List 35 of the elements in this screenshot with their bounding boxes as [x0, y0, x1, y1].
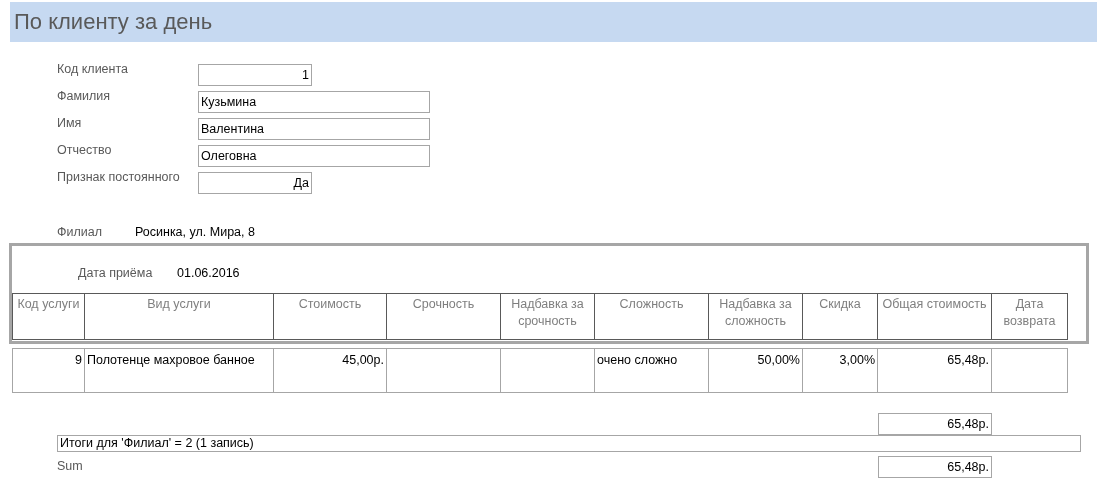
value-field: 1 — [198, 64, 312, 86]
field-label: Отчество — [57, 143, 113, 157]
column-header: Сложность — [594, 293, 709, 340]
column-header: Вид услуги — [84, 293, 274, 340]
value-field: Кузьмина — [198, 91, 430, 113]
table-cell: очено сложно — [594, 348, 709, 393]
branch-value: Росинка, ул. Мира, 8 — [135, 225, 255, 239]
column-header: Дата возврата — [991, 293, 1068, 340]
value-field: Да — [198, 172, 312, 194]
table-cell: 65,48р. — [877, 348, 992, 393]
value-field: Валентина — [198, 118, 430, 140]
table-cell: Полотенце махровое банное — [84, 348, 274, 393]
group-total: 65,48р. — [878, 413, 992, 435]
column-header: Надбавка за сложность — [708, 293, 803, 340]
column-header: Код услуги — [12, 293, 85, 340]
field-label: Код клиента — [57, 62, 129, 76]
column-header: Стоимость — [273, 293, 387, 340]
date-value: 01.06.2016 — [177, 266, 240, 282]
column-header: Надбавка за срочность — [500, 293, 595, 340]
sum-label: Sum — [57, 458, 84, 475]
value-field: Олеговна — [198, 145, 430, 167]
table-cell: 50,00% — [708, 348, 803, 393]
column-header: Скидка — [802, 293, 878, 340]
field-label: Фамилия — [57, 89, 112, 103]
table-cell: 45,00р. — [273, 348, 387, 393]
branch-label: Филиал — [57, 225, 103, 239]
table-cell: 3,00% — [802, 348, 878, 393]
field-label: Имя — [57, 116, 83, 130]
field-label: Признак постоянного — [57, 170, 181, 184]
report-title: По клиенту за день — [10, 2, 1097, 42]
table-cell: 9 — [12, 348, 85, 393]
sum-value: 65,48р. — [878, 456, 992, 478]
column-header: Общая стоимость — [877, 293, 992, 340]
date-label: Дата приёма — [78, 266, 154, 282]
column-header: Срочность — [386, 293, 501, 340]
